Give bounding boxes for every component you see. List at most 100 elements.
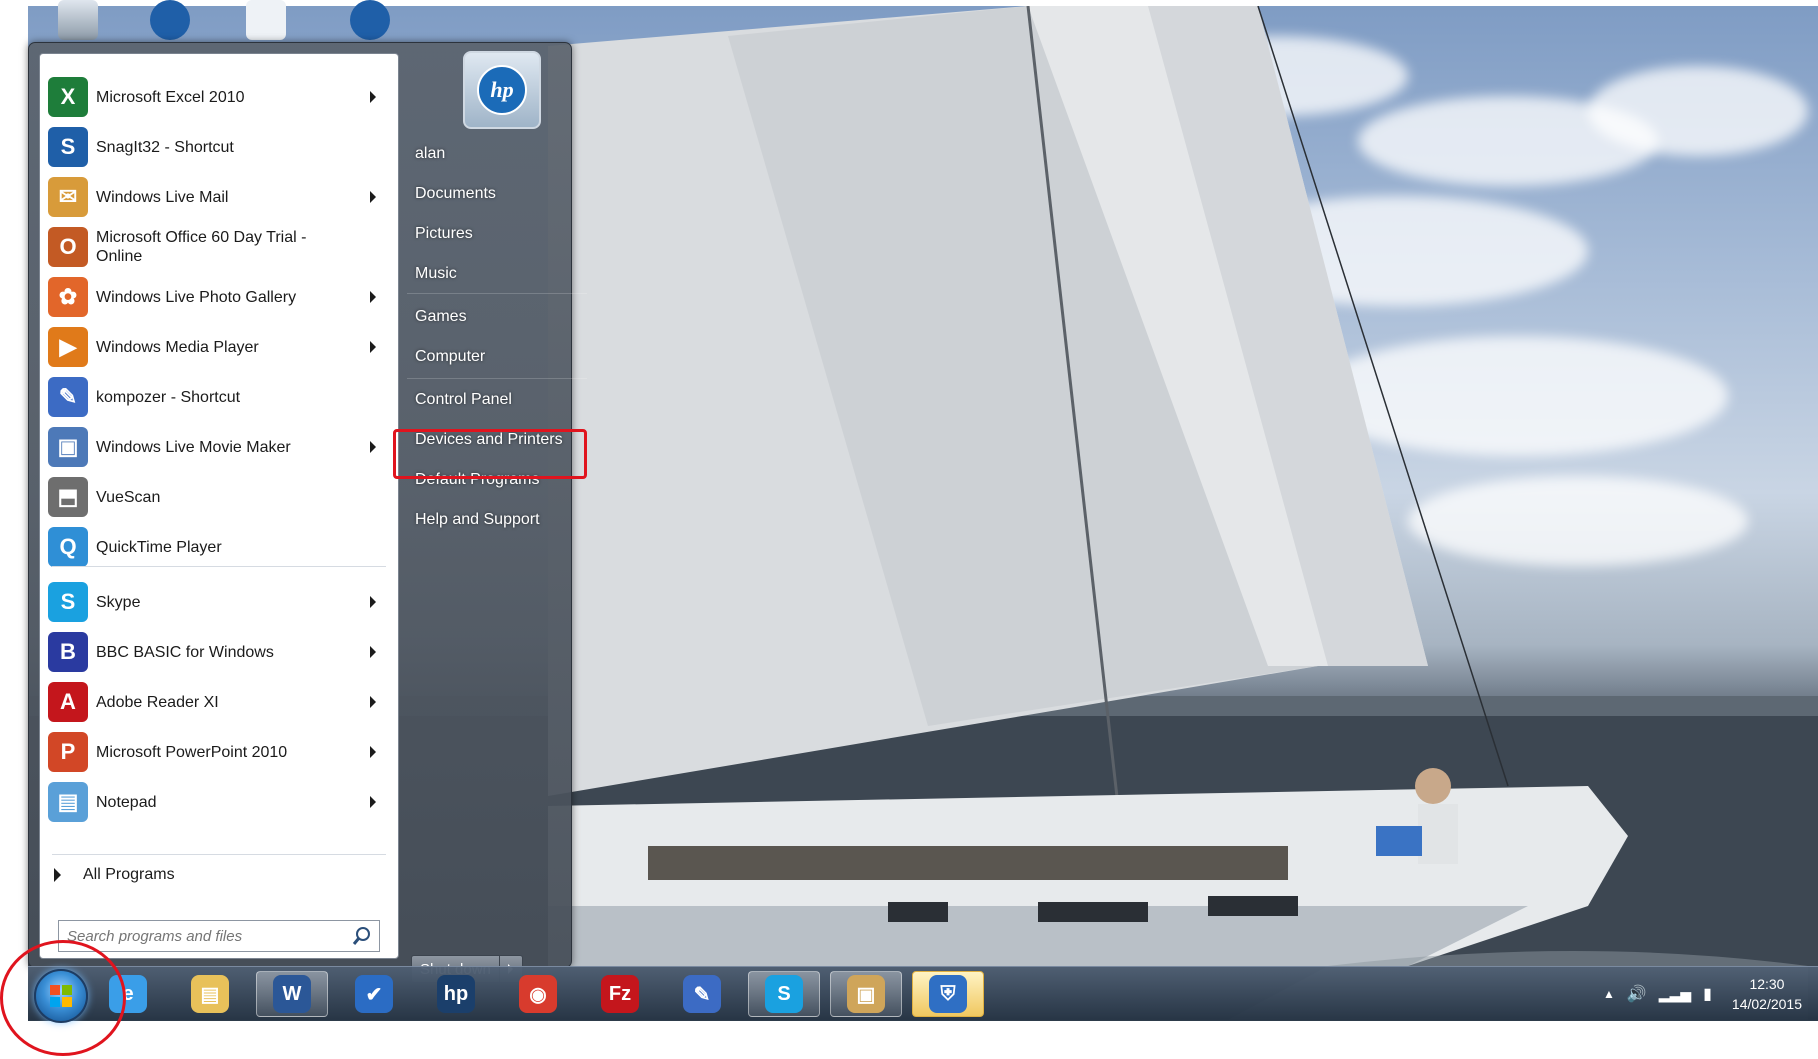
program-item[interactable]: ▶ Windows Media Player <box>44 324 390 370</box>
submenu-arrow-icon[interactable] <box>370 746 376 758</box>
program-item[interactable]: ▣ Windows Live Movie Maker <box>44 424 390 470</box>
skype-icon: S <box>765 975 803 1013</box>
system-tray: ▲ 🔊 ▂▃▅ ▮ 12:30 14/02/2015 <box>1603 971 1802 1017</box>
photo-gallery-icon: ✿ <box>48 277 88 317</box>
user-picture[interactable]: hp <box>463 51 541 129</box>
start-menu-programs-pane: X Microsoft Excel 2010 S SnagIt32 - Shortcu… <box>39 53 399 959</box>
start-menu: X Microsoft Excel 2010 S SnagIt32 - Shortcu… <box>28 42 587 983</box>
hp-icon: hp <box>437 975 475 1013</box>
program-item[interactable]: ✎ kompozer - Shortcut <box>44 374 390 420</box>
control-panel-highlight <box>393 429 587 479</box>
program-item[interactable]: O Microsoft Office 60 Day Trial - Online <box>44 224 390 270</box>
start-link-control-panel[interactable]: Control Panel <box>403 381 583 419</box>
windows-explorer-icon: ▤ <box>191 975 229 1013</box>
separator <box>407 378 587 379</box>
snagit-editor-desktop-icon[interactable] <box>350 0 390 40</box>
program-label: Microsoft Office 60 Day Trial - Online <box>96 229 307 265</box>
chevron-right-icon <box>54 868 61 882</box>
notepad-icon: ▤ <box>48 782 88 822</box>
program-item[interactable]: ✿ Windows Live Photo Gallery <box>44 274 390 320</box>
clock-time: 12:30 <box>1749 976 1785 992</box>
kompozer-icon: ✎ <box>48 377 88 417</box>
program-item[interactable]: ✉ Windows Live Mail <box>44 174 390 220</box>
vuescan-icon: ⬒ <box>48 477 88 517</box>
excel-icon: X <box>48 77 88 117</box>
office-icon: O <box>48 227 88 267</box>
program-item[interactable]: S SnagIt32 - Shortcut <box>44 124 390 170</box>
clock[interactable]: 12:30 14/02/2015 <box>1732 974 1802 1014</box>
program-label: Windows Live Movie Maker <box>96 438 291 456</box>
submenu-arrow-icon[interactable] <box>370 91 376 103</box>
start-link-pictures[interactable]: Pictures <box>403 215 583 253</box>
volume-icon[interactable]: 🔊 <box>1627 984 1647 1004</box>
start-link-alan[interactable]: alan <box>403 135 583 173</box>
snagit-desktop-icon[interactable] <box>150 0 190 40</box>
program-label: kompozer - Shortcut <box>96 388 241 406</box>
snagit-icon: S <box>48 127 88 167</box>
filezilla-icon: Fz <box>601 975 639 1013</box>
submenu-arrow-icon[interactable] <box>370 596 376 608</box>
program-label: SnagIt32 - Shortcut <box>96 138 234 156</box>
program-item[interactable]: ⬒ VueScan <box>44 474 390 520</box>
picture-viewer-icon: ▣ <box>847 975 885 1013</box>
task-icon: ✔ <box>355 975 393 1013</box>
show-hidden-icons-button[interactable]: ▲ <box>1603 987 1615 1001</box>
start-link-computer[interactable]: Computer <box>403 338 583 376</box>
chrome-icon: ◉ <box>519 975 557 1013</box>
program-item[interactable]: X Microsoft Excel 2010 <box>44 74 390 120</box>
start-link-documents[interactable]: Documents <box>403 175 583 213</box>
adobe-reader-icon: A <box>48 682 88 722</box>
program-label: Windows Media Player <box>96 338 259 356</box>
taskbar-button[interactable]: W <box>256 971 328 1017</box>
program-label: Microsoft Excel 2010 <box>96 88 245 106</box>
taskbar-button[interactable]: Fz <box>584 971 656 1017</box>
search-box[interactable] <box>58 920 380 952</box>
mail-icon: ✉ <box>48 177 88 217</box>
submenu-arrow-icon[interactable] <box>370 441 376 453</box>
network-icon[interactable]: ▂▃▅ <box>1659 986 1691 1003</box>
svg-text:hp: hp <box>490 77 513 102</box>
program-item[interactable]: B BBC BASIC for Windows <box>44 629 390 675</box>
start-link-music[interactable]: Music <box>403 255 583 293</box>
program-label: Windows Live Photo Gallery <box>96 288 297 306</box>
program-label: Windows Live Mail <box>96 188 229 206</box>
start-link-games[interactable]: Games <box>403 298 583 336</box>
program-item[interactable]: S Skype <box>44 579 390 625</box>
program-item[interactable]: A Adobe Reader XI <box>44 679 390 725</box>
taskbar-button[interactable]: ✎ <box>666 971 738 1017</box>
taskbar-button[interactable]: ◉ <box>502 971 574 1017</box>
recycle-bin-icon[interactable] <box>58 0 98 40</box>
program-item[interactable]: Q QuickTime Player <box>44 524 390 570</box>
skype-icon: S <box>48 582 88 622</box>
search-icon[interactable] <box>351 925 373 947</box>
taskbar-button[interactable]: ⛨ <box>912 971 984 1017</box>
search-input[interactable] <box>59 926 351 946</box>
submenu-arrow-icon[interactable] <box>370 341 376 353</box>
program-item[interactable]: P Microsoft PowerPoint 2010 <box>44 729 390 775</box>
program-label: Skype <box>96 593 141 611</box>
program-label: Adobe Reader XI <box>96 693 219 711</box>
program-label: Notepad <box>96 793 157 811</box>
separator <box>52 854 386 855</box>
start-button-highlight <box>0 940 126 1056</box>
taskbar-button[interactable]: ▤ <box>174 971 246 1017</box>
taskbar-button[interactable]: hp <box>420 971 492 1017</box>
submenu-arrow-icon[interactable] <box>370 796 376 808</box>
start-link-help-and-support[interactable]: Help and Support <box>403 501 583 539</box>
quicktime-icon: Q <box>48 527 88 567</box>
submenu-arrow-icon[interactable] <box>370 696 376 708</box>
submenu-arrow-icon[interactable] <box>370 191 376 203</box>
power-icon[interactable]: ▮ <box>1703 984 1712 1004</box>
bbc-basic-icon: B <box>48 632 88 672</box>
submenu-arrow-icon[interactable] <box>370 646 376 658</box>
all-programs-button[interactable]: All Programs <box>54 866 175 884</box>
hp-logo-icon: hp <box>477 65 527 115</box>
taskbar-button[interactable]: ✔ <box>338 971 410 1017</box>
submenu-arrow-icon[interactable] <box>370 291 376 303</box>
document-desktop-icon[interactable] <box>246 0 286 40</box>
security-shield-icon: ⛨ <box>929 975 967 1013</box>
program-item[interactable]: ▤ Notepad <box>44 779 390 825</box>
program-label: BBC BASIC for Windows <box>96 643 274 661</box>
taskbar-button[interactable]: S <box>748 971 820 1017</box>
taskbar-button[interactable]: ▣ <box>830 971 902 1017</box>
